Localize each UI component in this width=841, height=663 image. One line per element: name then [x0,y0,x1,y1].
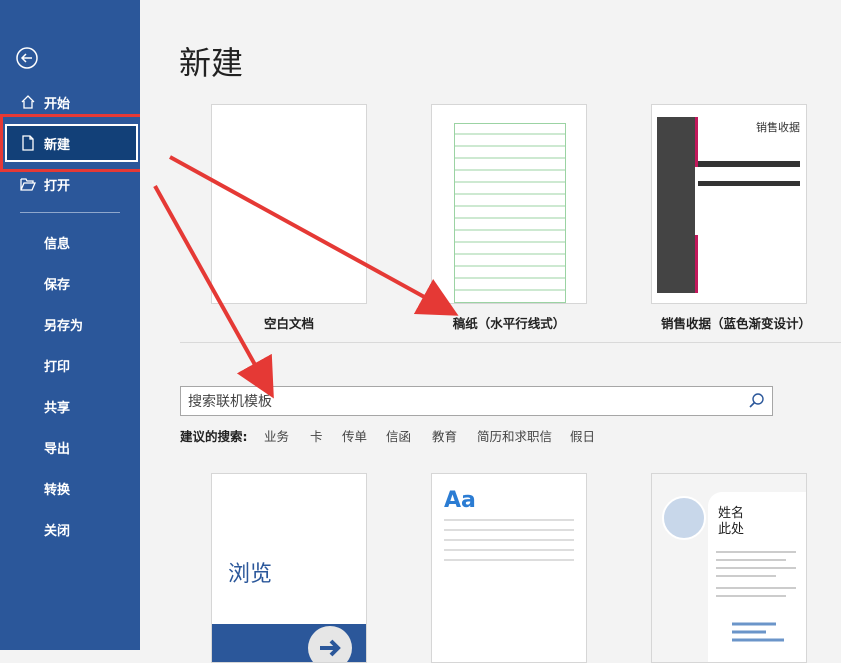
nav-open-label: 打开 [44,178,71,194]
receipt-accent-stripe [695,117,698,167]
arrow-right-icon [308,626,352,662]
back-arrow-icon[interactable] [16,47,38,69]
template-resume[interactable]: 姓名 此处 [651,473,807,663]
text-lines-graphic [444,519,574,561]
suggested-search-link[interactable]: 教育 [432,426,457,445]
page-title: 新建 [179,44,244,82]
receipt-side-band [657,117,695,293]
template-tour[interactable]: 浏览 [211,473,367,663]
sidebar: 开始 新建 打开 信息 保存 另存为 打印 共享 导出 转换 关闭 [0,0,140,650]
template-search-box[interactable]: 搜索联机模板 [180,386,773,416]
nav-info[interactable]: 信息 [44,233,70,252]
receipt-thumb-title: 销售收据 [756,121,800,134]
nav-close[interactable]: 关闭 [44,520,70,539]
folder-open-icon [20,178,36,191]
receipt-header-bar [698,181,800,186]
nav-save[interactable]: 保存 [44,274,70,293]
suggested-search-link[interactable]: 传单 [342,426,367,445]
search-input[interactable]: 搜索联机模板 [188,391,272,411]
nav-new-label: 新建 [44,137,71,153]
nav-convert[interactable]: 转换 [44,479,70,498]
resume-lines-graphic [716,551,796,642]
tour-thumb-text: 浏览 [228,562,273,587]
resume-name-line2: 此处 [718,522,745,537]
suggested-search-link[interactable]: 简历和求职信 [477,426,552,445]
lined-paper-thumbnail [454,123,566,303]
receipt-accent-stripe [695,235,698,293]
template-caption: 空白文档 [263,316,314,331]
nav-export[interactable]: 导出 [44,438,70,457]
nav-save-as[interactable]: 另存为 [44,315,83,334]
avatar [662,496,706,540]
home-icon [21,95,35,109]
section-divider [180,342,841,343]
template-sales-receipt[interactable]: 销售收据 [651,104,807,304]
template-single-spaced[interactable]: Aa [431,473,587,663]
suggested-search-link[interactable]: 业务 [264,426,289,445]
nav-new[interactable]: 新建 [5,124,138,162]
template-caption: 销售收据（蓝色渐变设计） [660,316,811,331]
suggested-search-link[interactable]: 卡 [310,426,323,445]
suggested-search-link[interactable]: 信函 [386,426,411,445]
template-blank-document[interactable] [211,104,367,304]
template-caption: 稿纸（水平行线式） [452,316,566,331]
search-icon[interactable] [748,392,766,410]
suggested-search-link[interactable]: 假日 [570,426,595,445]
sidebar-divider [20,212,120,213]
template-lined-paper[interactable] [431,104,587,304]
nav-home-label: 开始 [44,96,71,112]
nav-open[interactable]: 打开 [0,166,140,202]
nav-print[interactable]: 打印 [44,356,70,375]
receipt-header-bar [698,161,800,167]
suggested-searches-heading: 建议的搜索: [180,429,248,444]
aa-thumb-text: Aa [444,488,476,513]
nav-share[interactable]: 共享 [44,397,70,416]
new-document-icon [22,135,34,151]
ruled-lines-graphic [455,133,565,291]
nav-home[interactable]: 开始 [0,84,140,120]
